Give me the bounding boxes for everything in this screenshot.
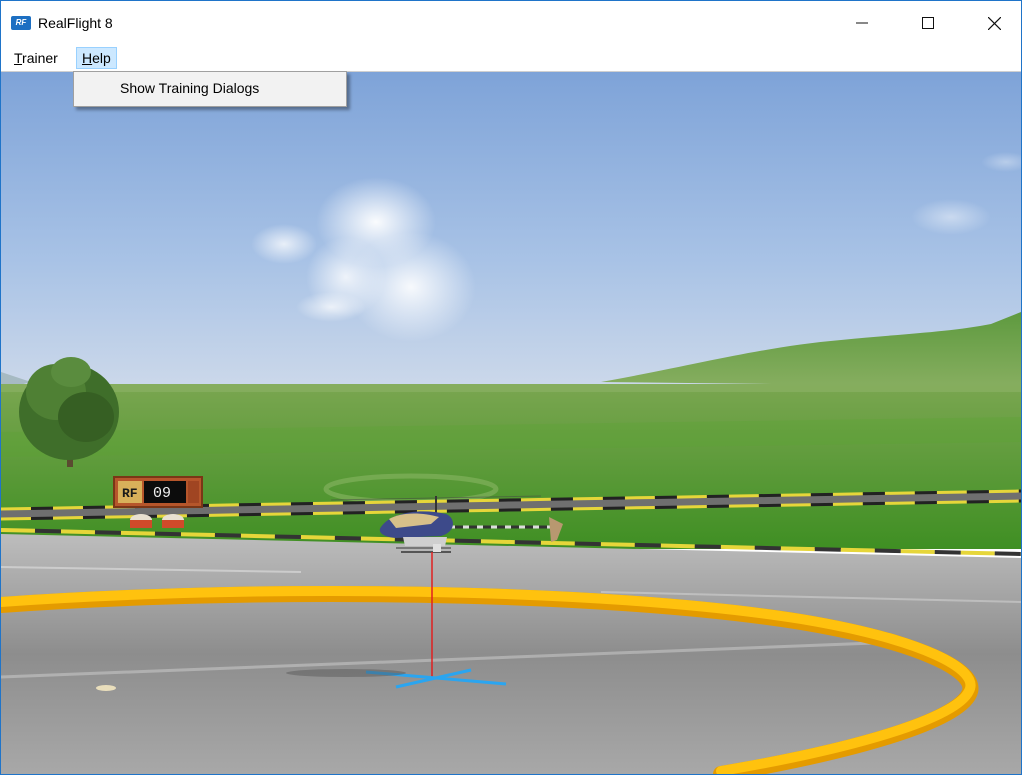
menu-help-mnemonic: H — [82, 50, 93, 66]
sign-number: 09 — [153, 485, 171, 502]
flight-sim-viewport[interactable]: RF 09 — [1, 72, 1021, 774]
grass-field — [1, 384, 1021, 549]
minimize-button[interactable] — [839, 1, 885, 45]
sign-logo: RF — [122, 486, 138, 501]
title-bar[interactable]: RF RealFlight 8 — [1, 1, 1021, 45]
maximize-icon — [922, 17, 934, 29]
menu-trainer[interactable]: Trainer — [9, 48, 63, 68]
cloud-distant — [911, 199, 991, 235]
menu-help[interactable]: Help — [76, 47, 117, 69]
app-window: RF RealFlight 8 Trainer Help RF 09 Show … — [0, 0, 1022, 775]
menu-help-rest: elp — [92, 50, 111, 66]
help-dropdown-menu: Show Training Dialogs — [73, 71, 347, 107]
close-button[interactable] — [971, 1, 1017, 45]
menu-trainer-mnemonic: T — [14, 50, 23, 66]
menu-trainer-rest: rainer — [22, 50, 58, 66]
menu-bar: Trainer Help — [1, 45, 1021, 72]
realflight-logo-icon: RF — [11, 16, 31, 30]
menu-item-show-training-dialogs[interactable]: Show Training Dialogs — [120, 80, 259, 96]
maximize-button[interactable] — [905, 1, 951, 45]
close-icon — [987, 16, 1001, 30]
cloud-small — [251, 224, 317, 264]
scene-canvas: RF 09 — [1, 72, 1021, 774]
window-title: RealFlight 8 — [38, 15, 113, 31]
minimize-icon — [856, 22, 868, 24]
